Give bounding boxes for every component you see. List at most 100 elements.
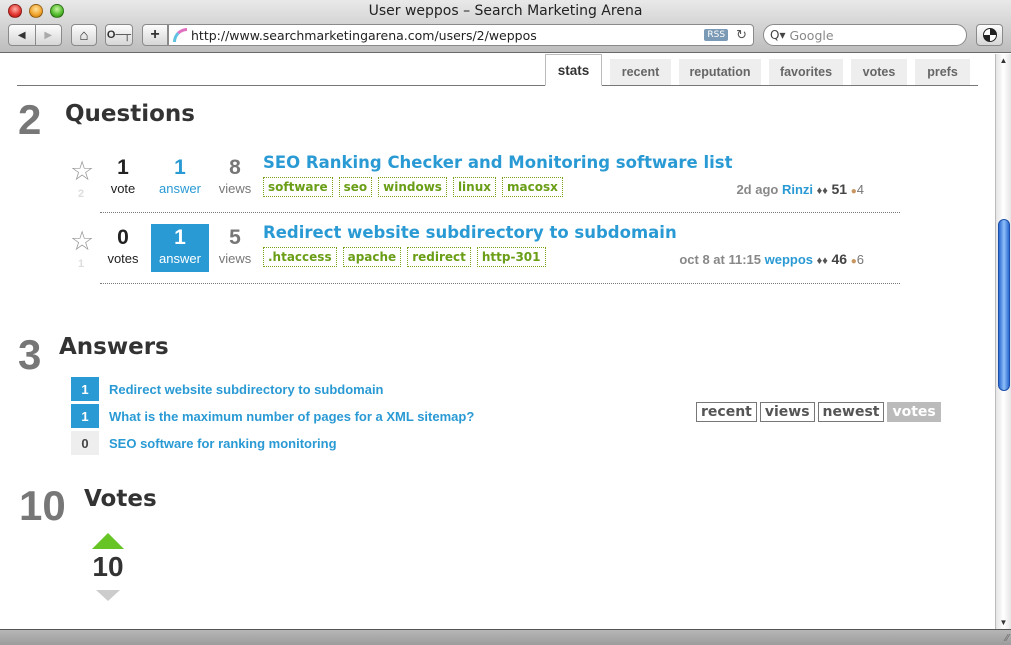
question-title-link[interactable]: SEO Ranking Checker and Monitoring softw… xyxy=(263,153,732,172)
tag-list: .htaccess apache redirect http-301 xyxy=(263,247,546,267)
sort-views[interactable]: views xyxy=(759,402,815,422)
reputation-score: 51 xyxy=(831,181,848,197)
question-summary: ☆ 2 1 vote 1 answer 8 views SEO Ranking … xyxy=(64,153,904,224)
back-icon[interactable]: ◀ xyxy=(9,30,35,41)
answer-item: 0 SEO software for ranking monitoring xyxy=(71,431,337,455)
bug-report-icon xyxy=(982,28,997,42)
tag[interactable]: software xyxy=(263,177,333,197)
answer-score: 0 xyxy=(71,431,99,455)
tag[interactable]: seo xyxy=(338,177,373,197)
url-text[interactable]: http://www.searchmarketingarena.com/user… xyxy=(191,28,704,43)
upvote-total: 10 xyxy=(92,551,124,582)
scroll-up-icon[interactable]: ▲ xyxy=(996,56,1011,65)
vertical-scrollbar[interactable]: ▲ ▼ xyxy=(995,54,1011,629)
tag[interactable]: .htaccess xyxy=(263,247,337,267)
user-link[interactable]: Rinzi xyxy=(782,182,813,197)
rss-button[interactable]: RSS xyxy=(704,29,729,41)
resize-grip-icon[interactable]: ⁄⁄ xyxy=(1006,633,1009,644)
home-button[interactable]: ⌂ xyxy=(71,24,97,46)
upvote-arrow-icon xyxy=(92,533,124,549)
tag[interactable]: windows xyxy=(378,177,447,197)
search-placeholder: Google xyxy=(789,27,834,43)
answer-count-accepted: 1 answer xyxy=(151,224,209,272)
divider xyxy=(100,212,900,213)
user-link[interactable]: weppos xyxy=(765,252,813,267)
question-meta: oct 8 at 11:15 weppos ♦♦ 46 ●6 xyxy=(679,251,864,267)
divider xyxy=(100,283,900,284)
tab-stats[interactable]: stats xyxy=(545,54,602,86)
answer-label: answer xyxy=(159,181,201,196)
moderator-diamond-icon: ♦♦ xyxy=(816,185,828,197)
site-favicon-icon xyxy=(173,28,187,42)
tag[interactable]: redirect xyxy=(407,247,471,267)
answer-label: answer xyxy=(159,251,201,266)
search-icon[interactable]: Q▾ xyxy=(770,28,785,42)
sort-votes[interactable]: votes xyxy=(887,402,941,422)
favorite-star-icon[interactable]: ☆ xyxy=(70,158,94,185)
back-forward-group: ◀ ▶ xyxy=(8,24,62,46)
answers-count: 3 xyxy=(18,331,42,378)
reputation-score: 46 xyxy=(831,251,848,267)
tab-votes[interactable]: votes xyxy=(851,59,907,85)
keychain-button[interactable]: O─┬ xyxy=(105,24,133,46)
scroll-down-icon[interactable]: ▼ xyxy=(996,618,1011,627)
tab-reputation[interactable]: reputation xyxy=(679,59,761,85)
tag[interactable]: linux xyxy=(452,177,496,197)
window-title: User weppos – Search Marketing Arena xyxy=(368,3,643,19)
reload-icon[interactable]: ↻ xyxy=(736,28,747,43)
answer-number: 1 xyxy=(174,156,186,179)
answer-count: 1 answer xyxy=(151,154,209,202)
vote-label: vote xyxy=(110,181,136,196)
tag-list: software seo windows linux macosx xyxy=(263,177,563,197)
forward-icon[interactable]: ▶ xyxy=(36,30,62,41)
view-count: 8 views xyxy=(207,154,263,202)
votes-count: 10 xyxy=(19,482,66,529)
key-icon: O─┬ xyxy=(106,29,132,41)
answer-score: 1 xyxy=(71,404,99,428)
address-bar[interactable]: http://www.searchmarketingarena.com/user… xyxy=(168,24,754,46)
sort-recent[interactable]: recent xyxy=(696,402,757,422)
add-bookmark-button[interactable]: + xyxy=(142,24,168,46)
tag[interactable]: http-301 xyxy=(476,247,546,267)
question-title-link[interactable]: Redirect website subdirectory to subdoma… xyxy=(263,223,677,242)
question-time: 2d ago xyxy=(736,182,779,197)
favorite-count: 1 xyxy=(78,258,85,270)
tab-recent[interactable]: recent xyxy=(610,59,671,85)
tag[interactable]: apache xyxy=(342,247,402,267)
sort-newest[interactable]: newest xyxy=(817,402,885,422)
answer-title-link[interactable]: SEO software for ranking monitoring xyxy=(109,436,337,451)
view-count: 5 views xyxy=(207,224,263,272)
bug-report-button[interactable] xyxy=(976,24,1003,46)
downvote-arrow-icon xyxy=(96,590,120,601)
view-label: views xyxy=(218,181,252,196)
answer-sort-tabs: recent views newest votes xyxy=(696,402,941,422)
view-number: 8 xyxy=(229,156,241,179)
badge-count: 6 xyxy=(856,252,864,267)
favorite-star-icon[interactable]: ☆ xyxy=(70,228,94,255)
question-meta: 2d ago Rinzi ♦♦ 51 ●4 xyxy=(736,181,864,197)
search-field[interactable]: Q▾ Google xyxy=(763,24,967,46)
badge-count: 4 xyxy=(856,182,864,197)
questions-count: 2 xyxy=(18,96,42,143)
view-number: 5 xyxy=(229,226,241,249)
page-content: stats recent reputation favorites votes … xyxy=(0,54,995,629)
answer-title-link[interactable]: What is the maximum number of pages for … xyxy=(109,409,474,424)
moderator-diamond-icon: ♦♦ xyxy=(816,255,828,267)
browser-window: User weppos – Search Marketing Arena ◀ ▶… xyxy=(0,0,1011,645)
vote-count: 1 vote xyxy=(94,154,152,202)
answer-title-link[interactable]: Redirect website subdirectory to subdoma… xyxy=(109,382,384,397)
plus-icon: + xyxy=(150,26,160,43)
answer-score: 1 xyxy=(71,377,99,401)
vote-label: votes xyxy=(107,251,139,266)
vote-number: 0 xyxy=(117,226,129,249)
status-bar: ⁄⁄ xyxy=(0,629,1011,645)
answers-heading: Answers xyxy=(59,334,169,360)
tab-prefs[interactable]: prefs xyxy=(915,59,970,85)
votes-heading: Votes xyxy=(84,486,157,512)
favorite-count: 2 xyxy=(78,188,85,200)
tag[interactable]: macosx xyxy=(502,177,563,197)
home-icon: ⌂ xyxy=(79,26,89,44)
tab-favorites[interactable]: favorites xyxy=(769,59,843,85)
questions-heading: Questions xyxy=(65,101,195,127)
scrollbar-thumb[interactable] xyxy=(998,219,1010,391)
